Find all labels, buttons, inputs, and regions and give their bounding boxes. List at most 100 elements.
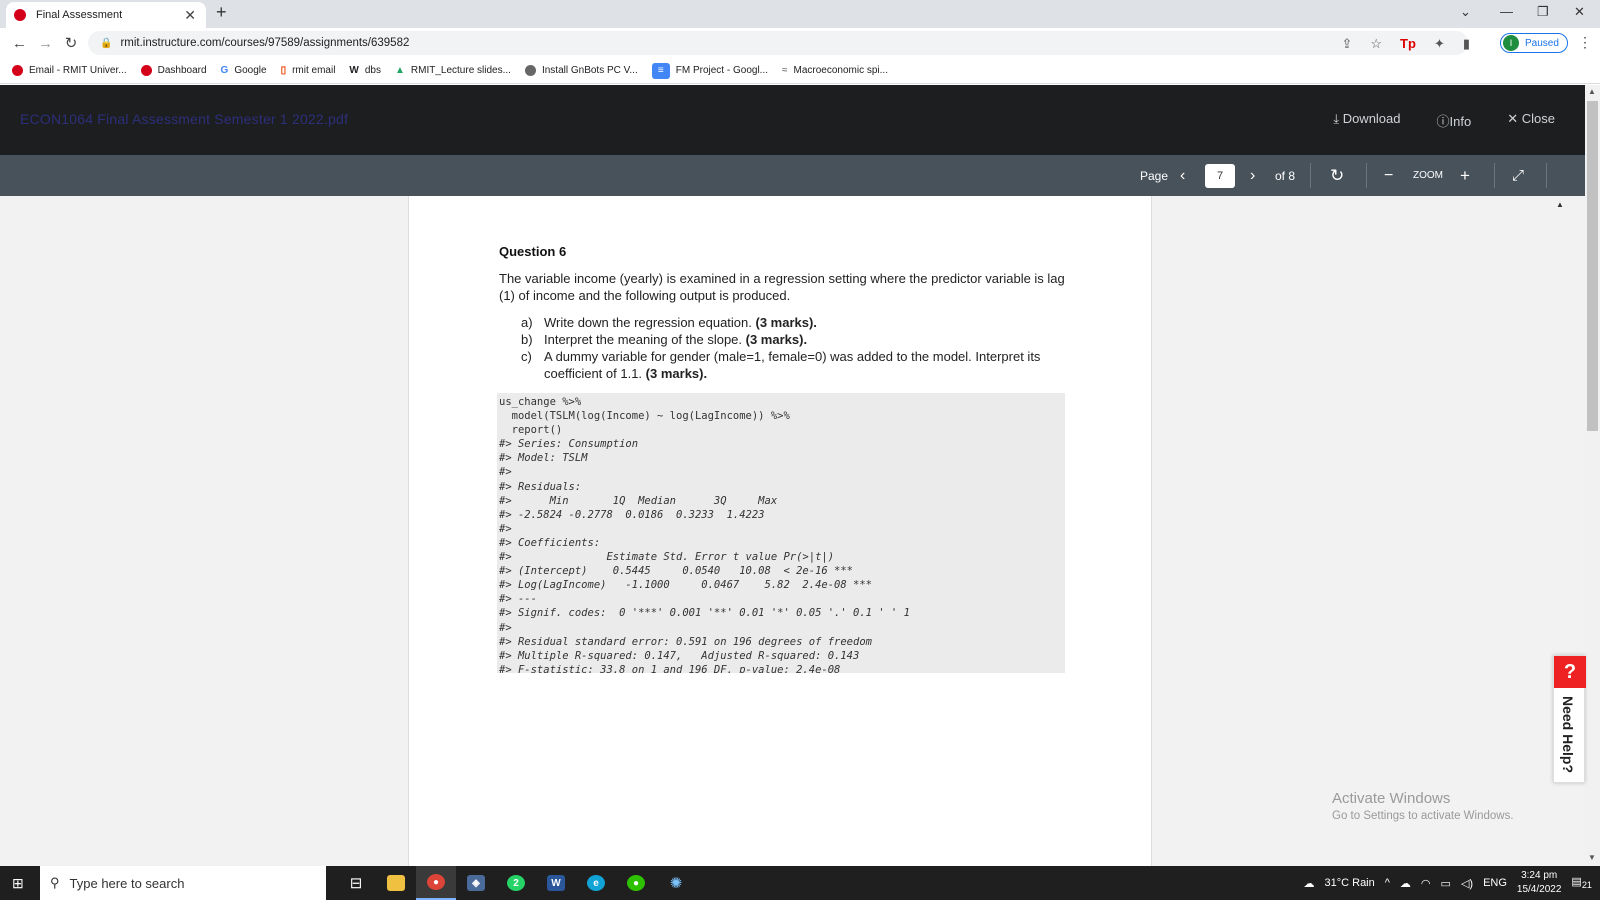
window-close-icon[interactable]: ✕	[1574, 4, 1585, 20]
pdf-toolbar: Page ‹ 7 › of 8 ↻ − ZOOM + ⤢	[0, 155, 1585, 196]
code-line: #> F-statistic: 33.8 on 1 and 196 DF, p-…	[499, 663, 841, 673]
code-line: #> Series: Consumption	[499, 438, 639, 451]
wechat-icon[interactable]: ●	[616, 866, 656, 900]
spiral-icon: ≈	[782, 65, 788, 76]
forward-icon[interactable]: →	[38, 35, 53, 52]
reload-icon[interactable]: ↻	[64, 34, 78, 52]
windows-start-icon[interactable]: ⊞	[12, 875, 24, 892]
code-line: #> (Intercept) 0.5445 0.0540 10.08 < 2e-…	[499, 565, 854, 578]
tab-title: Final Assessment	[36, 9, 123, 21]
bookmark-star-icon[interactable]: ☆	[1370, 36, 1382, 52]
r-output-code-block: us_change %>% model(TSLM(log(Income) ~ l…	[497, 393, 1065, 673]
battery-icon[interactable]: ▭	[1441, 877, 1451, 890]
bookmark-item[interactable]: Dashboard	[140, 65, 207, 76]
viewer-header: ECON1064 Final Assessment Semester 1 202…	[0, 85, 1585, 155]
divider	[1310, 163, 1311, 188]
question-heading: Question 6	[499, 244, 567, 259]
back-icon[interactable]: ←	[12, 35, 27, 52]
bookmark-item[interactable]: ≈ Macroeconomic spi...	[782, 65, 888, 76]
office-icon: ▯	[280, 65, 287, 76]
close-tab-icon[interactable]: ✕	[184, 7, 196, 24]
prev-page-icon[interactable]: ‹	[1180, 155, 1185, 196]
lock-icon: 🔒	[100, 37, 113, 49]
tab-search-icon[interactable]: ⌄	[1460, 4, 1471, 20]
code-line: report()	[499, 424, 563, 437]
question-items: a) Write down the regression equation. (…	[521, 314, 1061, 382]
weather-icon[interactable]: ☁	[1303, 877, 1314, 890]
task-view-icon[interactable]: ⊟	[336, 866, 376, 900]
system-tray: ☁ 31°C Rain ^ ☁ ◠ ▭ ◁) ENG 3:24 pm 15/4/…	[1303, 866, 1592, 900]
bookmark-item[interactable]: Email - RMIT Univer...	[12, 65, 127, 76]
whatsapp-icon[interactable]: 2	[496, 866, 536, 900]
code-line: #> Log(LagIncome) -1.1000 0.0467 5.82 2.…	[499, 579, 872, 592]
settings-gear-icon[interactable]: ✺	[656, 866, 696, 900]
language-indicator[interactable]: ENG	[1483, 877, 1507, 889]
bookmark-item[interactable]: ▲ RMIT_Lecture slides...	[395, 65, 511, 76]
zoom-in-icon[interactable]: +	[1460, 155, 1470, 196]
extension-tp-icon[interactable]: Tp	[1400, 36, 1416, 52]
extensions-puzzle-icon[interactable]: ✦	[1434, 36, 1445, 52]
file-explorer-icon[interactable]	[376, 866, 416, 900]
scrollbar-thumb[interactable]	[1587, 101, 1598, 431]
toolbar-icons: ⇪ ☆ Tp ✦ ▮	[1341, 36, 1470, 52]
tray-chevron-icon[interactable]: ^	[1385, 877, 1390, 889]
chrome-icon[interactable]: ●	[416, 866, 456, 900]
scroll-up-icon[interactable]: ▲	[1556, 200, 1564, 209]
list-item: a) Write down the regression equation. (…	[521, 315, 817, 330]
url-text: rmit.instructure.com/courses/97589/assig…	[120, 37, 410, 49]
notifications-icon[interactable]: ▤21	[1571, 875, 1592, 890]
profile-button[interactable]: I Paused	[1500, 33, 1568, 53]
new-tab-icon[interactable]: +	[216, 2, 227, 23]
volume-icon[interactable]: ◁)	[1461, 877, 1473, 890]
page-number-input[interactable]: 7	[1205, 163, 1235, 188]
windows-taskbar: ⊞ ⚲ Type here to search ⊟ ● ◈ 2 W e ● ✺ …	[0, 866, 1600, 900]
code-line: #>	[499, 466, 512, 479]
clock[interactable]: 3:24 pm 15/4/2022	[1517, 869, 1562, 897]
code-line: us_change %>%	[499, 396, 582, 408]
profile-status: Paused	[1525, 37, 1559, 49]
side-panel-icon[interactable]: ▮	[1463, 36, 1470, 52]
list-item: c) A dummy variable for gender (male=1, …	[521, 349, 1041, 381]
zoom-out-icon[interactable]: −	[1384, 155, 1393, 196]
bookmark-item[interactable]: ≡ FM Project - Googl...	[651, 62, 768, 79]
browser-menu-icon[interactable]: ⋮	[1578, 34, 1592, 51]
gnbots-icon	[524, 65, 536, 76]
restore-icon[interactable]: ❐	[1537, 4, 1549, 20]
question-intro: The variable income (yearly) is examined…	[499, 271, 1065, 303]
browser-tab[interactable]: Final Assessment ✕	[6, 2, 206, 28]
need-help-widget[interactable]: ? Need Help?	[1553, 655, 1586, 783]
next-page-icon[interactable]: ›	[1250, 155, 1255, 196]
url-field[interactable]: 🔒 rmit.instructure.com/courses/97589/ass…	[88, 31, 1468, 55]
taskbar-search[interactable]: ⚲ Type here to search	[40, 866, 326, 900]
page-scrollbar[interactable]: ▲ ▼	[1585, 85, 1600, 866]
bookmark-item[interactable]: Install GnBots PC V...	[524, 65, 638, 76]
wikipedia-icon: W	[349, 65, 359, 76]
edge-icon[interactable]: e	[576, 866, 616, 900]
bookmark-item[interactable]: G Google	[221, 65, 267, 76]
onedrive-icon[interactable]: ☁	[1400, 877, 1411, 890]
scroll-up-arrow-icon[interactable]: ▲	[1588, 87, 1596, 96]
download-button[interactable]: ⤓ Download	[1333, 111, 1400, 130]
pdf-page: Question 6 The variable income (yearly) …	[408, 196, 1152, 866]
scroll-down-arrow-icon[interactable]: ▼	[1588, 853, 1596, 862]
download-icon: ⤓	[1333, 111, 1340, 126]
security-app-icon[interactable]: ◈	[456, 866, 496, 900]
info-button[interactable]: ⓘInfo	[1437, 111, 1472, 130]
share-icon[interactable]: ⇪	[1341, 36, 1352, 52]
close-button[interactable]: ✕ Close	[1507, 111, 1555, 130]
code-line: #> ---	[499, 593, 537, 606]
code-line: model(TSLM(log(Income) ~ log(LagIncome))…	[499, 410, 790, 423]
word-icon[interactable]: W	[536, 866, 576, 900]
search-icon: ⚲	[50, 875, 60, 890]
wifi-icon[interactable]: ◠	[1421, 877, 1431, 890]
minimize-icon[interactable]: —	[1500, 4, 1513, 19]
weather-text[interactable]: 31°C Rain	[1324, 877, 1374, 889]
code-line: #> Coefficients:	[499, 536, 601, 549]
bookmark-item[interactable]: Wdbs	[349, 65, 381, 76]
bookmark-item[interactable]: ▯ rmit email	[281, 65, 336, 76]
info-icon: ⓘ	[1436, 114, 1450, 129]
code-line: #> Estimate Std. Error t value Pr(>|t|)	[499, 551, 835, 564]
fullscreen-icon[interactable]: ⤢	[1512, 155, 1524, 196]
browser-tab-strip: Final Assessment ✕ + ⌄ — ❐ ✕	[0, 0, 1600, 28]
rotate-icon[interactable]: ↻	[1330, 155, 1344, 196]
